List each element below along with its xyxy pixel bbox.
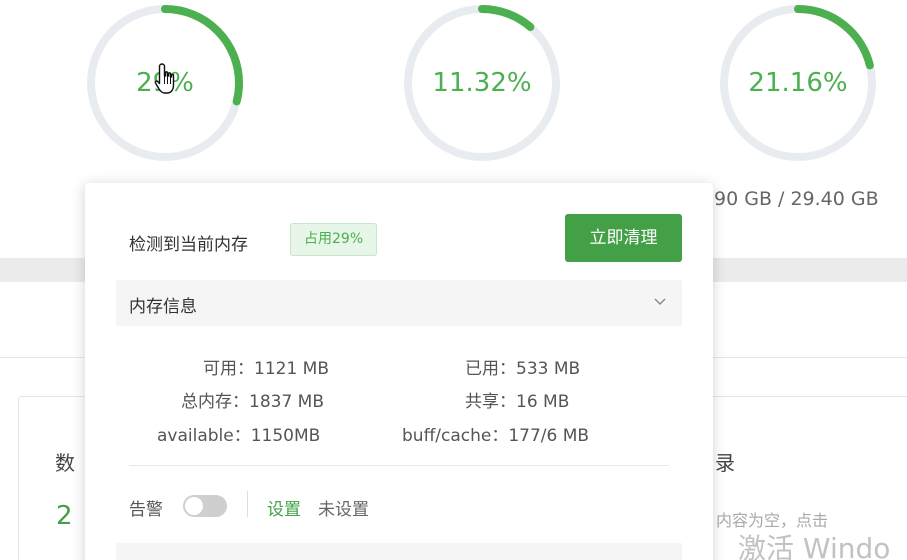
alarm-settings-link[interactable]: 设置 [267, 495, 301, 520]
card-left-title: 数 [55, 451, 75, 475]
memory-info-header[interactable]: 内存信息 [116, 280, 682, 326]
stat-shared: 共享：16 MB [465, 392, 570, 412]
alarm-label: 告警 [129, 500, 163, 520]
vertical-separator [247, 491, 248, 517]
hand-pointer-icon [154, 62, 180, 102]
memory-info-title: 内存信息 [129, 297, 197, 317]
gauge-value: 21.16% [748, 68, 848, 98]
memory-gauge[interactable]: 11.32% [399, 0, 565, 166]
chevron-down-icon [652, 293, 668, 313]
gauge-value: 11.32% [432, 68, 532, 98]
memory-usage-badge: 占用29% [290, 223, 378, 256]
clean-now-button[interactable]: 立即清理 [565, 214, 682, 262]
toggle-knob [185, 497, 203, 515]
detect-memory-label: 检测到当前内存 [129, 235, 248, 255]
card-right-title: 录 [715, 451, 735, 475]
alarm-status-text: 未设置 [318, 500, 369, 520]
stat-available-raw: available：1150MB [157, 426, 321, 446]
stat-available: 可用：1121 MB [203, 359, 329, 379]
disk-usage-text: 90 GB / 29.40 GB [714, 188, 879, 210]
activation-watermark: 激活 Windo [738, 532, 891, 560]
stat-total-memory: 总内存：1837 MB [181, 392, 324, 412]
popover-divider [129, 465, 669, 466]
stat-used: 已用：533 MB [465, 359, 581, 379]
disk-gauge[interactable]: 21.16% [715, 0, 881, 166]
next-section-row [116, 543, 682, 560]
card-left-number[interactable]: 2 [56, 501, 73, 531]
memory-popover: 检测到当前内存 占用29% 立即清理 内存信息 可用：1121 MB 总内存：1… [85, 183, 713, 560]
stat-buff-cache: buff/cache：177/6 MB [402, 426, 590, 446]
alarm-toggle[interactable] [183, 495, 227, 517]
